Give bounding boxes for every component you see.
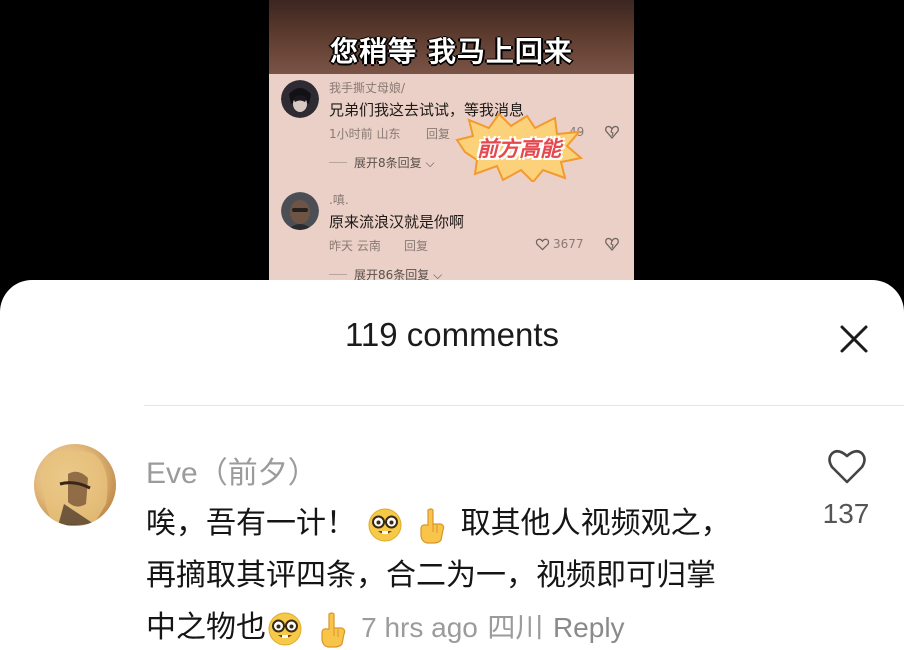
like-count-value: 3677 [553, 237, 584, 251]
comment-location: 云南 [356, 239, 381, 253]
avatar [281, 192, 319, 230]
reply-link: 回复 [404, 239, 429, 253]
video-player[interactable]: 您稍等 我马上回来 我手撕丈母娘/ 兄弟们我这去试试，等我消息 1小时前 山东 … [0, 0, 904, 300]
video-frame[interactable]: 您稍等 我马上回来 我手撕丈母娘/ 兄弟们我这去试试，等我消息 1小时前 山东 … [269, 0, 634, 300]
comment-text-line: 再摘取其评四条，合二为一，视频即可归掌 [146, 558, 716, 593]
divider [144, 405, 904, 406]
pointing-up-emoji [320, 611, 345, 648]
comment-text-segment: 中之物也 [146, 610, 266, 645]
nerd-face-emoji [368, 508, 402, 541]
comment-meta: 昨天 云南 [329, 237, 381, 254]
heart-icon[interactable] [826, 446, 868, 486]
pointing-up-emoji [420, 507, 445, 544]
comment-location: 四川 [487, 612, 544, 643]
comment-text: 原来流浪汉就是你啊 [329, 213, 465, 231]
dislike-icon [605, 237, 619, 251]
comment-author[interactable]: Eve（前夕） [146, 448, 318, 492]
avatar [281, 80, 319, 118]
divider [329, 274, 347, 275]
comment-time: 1小时前 [329, 127, 373, 141]
comment-time: 昨天 [329, 239, 354, 253]
comment-text-line: 唉，吾有一计！ 取其他人视频观之， [146, 498, 731, 544]
like-count: 3677 [535, 237, 584, 251]
reply-link: 回复 [426, 127, 451, 141]
comment-text-segment: 取其他人视频观之， [460, 506, 731, 541]
comment-text-segment: 唉，吾有一计！ [146, 506, 356, 541]
banner-caption: 您稍等 我马上回来 [330, 35, 573, 68]
sticker-text: 前方高能 [477, 137, 561, 161]
expand-replies: 展开8条回复 ⌵ [354, 156, 435, 170]
expand-replies-label: 展开8条回复 [354, 156, 422, 170]
like-count: 137 [822, 498, 870, 529]
divider [329, 162, 347, 163]
comment-time: 7 hrs ago [361, 612, 478, 643]
comment-meta: 1小时前 山东 [329, 125, 400, 142]
close-icon[interactable] [830, 315, 878, 363]
comment-text-line: 中之物也 7 hrs ago 四川 Reply [146, 602, 625, 648]
avatar-image [43, 450, 108, 526]
comment-username: .嗔. [329, 193, 349, 207]
dislike-icon [605, 125, 619, 139]
comments-count-title: 119 comments [345, 316, 559, 353]
comments-sheet: 119 comments Eve（前夕） 唉，吾有一计！ 取其他人视频观之， 再… [0, 280, 904, 650]
reply-button[interactable]: Reply [553, 612, 625, 643]
nerd-face-emoji [268, 612, 302, 645]
comment-username: 我手撕丈母娘/ [329, 81, 406, 95]
heart-icon [535, 238, 550, 251]
video-banner: 您稍等 我马上回来 [269, 0, 634, 74]
comment-location: 山东 [376, 127, 401, 141]
avatar[interactable] [34, 444, 116, 526]
